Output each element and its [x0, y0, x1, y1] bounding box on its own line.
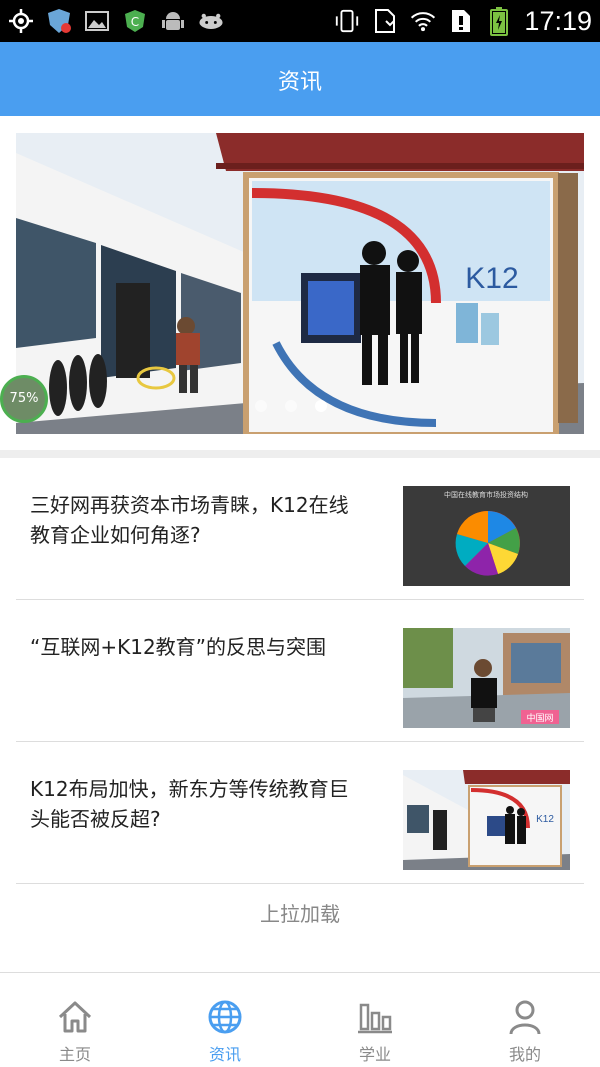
banner-sign-text: K12 — [465, 262, 518, 295]
nav-label: 主页 — [58, 1045, 91, 1064]
nav-item-study[interactable]: 学业 — [300, 973, 450, 1067]
android-icon — [160, 6, 186, 36]
banner-carousel[interactable]: K12 — [16, 133, 584, 434]
news-thumbnail: 中国在线教育市场投资结构 — [403, 486, 570, 586]
nav-label: 资讯 — [208, 1045, 241, 1064]
banner-dot-active[interactable] — [315, 400, 327, 412]
no-sim-icon — [448, 6, 474, 36]
section-divider — [0, 450, 600, 458]
app-header: 资讯 — [0, 42, 600, 116]
bottom-nav: 主页 资讯 学业 我的 — [0, 972, 600, 1067]
thumb-caption: 中国在线教育市场投资结构 — [444, 490, 528, 499]
shield-icon — [46, 6, 72, 36]
news-title: 三好网再获资本市场青睐，K12在线教育企业如何角逐? — [30, 493, 349, 547]
nav-item-news[interactable]: 资讯 — [150, 973, 300, 1067]
clock: 17:19 — [524, 6, 592, 36]
wifi-icon — [410, 6, 436, 36]
status-right-icons: 17:19 — [334, 4, 592, 38]
sim-icon — [372, 6, 398, 36]
person-icon — [509, 1000, 541, 1035]
vibrate-icon — [334, 6, 360, 36]
news-title: “互联网+K12教育”的反思与突围 — [30, 635, 327, 659]
banner-image: K12 — [16, 133, 584, 434]
battery-icon — [486, 6, 512, 36]
nav-item-home[interactable]: 主页 — [0, 973, 150, 1067]
home-icon — [58, 1001, 92, 1033]
nav-label: 我的 — [508, 1045, 541, 1064]
thumb-caption: K12 — [536, 814, 554, 825]
banner-dot[interactable] — [285, 400, 297, 412]
nav-item-mine[interactable]: 我的 — [450, 973, 600, 1067]
image-icon — [84, 6, 110, 36]
progress-badge[interactable]: 75% — [0, 375, 48, 423]
news-item[interactable]: 三好网再获资本市场青睐，K12在线教育企业如何角逐? 中国在线教育市场投资结构 — [16, 458, 584, 600]
banner-indicator — [255, 400, 327, 412]
globe-icon — [208, 1000, 242, 1034]
news-thumbnail: K12 — [403, 770, 570, 870]
page-title: 资讯 — [277, 70, 322, 95]
load-more-hint[interactable]: 上拉加载 — [0, 898, 600, 927]
status-bar: C 17:19 — [0, 0, 600, 42]
svg-text:C: C — [131, 15, 139, 29]
news-item[interactable]: K12布局加快，新东方等传统教育巨头能否被反超? K12 — [16, 742, 584, 884]
app-icon: C — [122, 6, 148, 36]
news-item[interactable]: “互联网+K12教育”的反思与突围 中国网 — [16, 600, 584, 742]
nav-label: 学业 — [358, 1045, 391, 1064]
status-left-icons: C — [8, 6, 224, 36]
thumb-caption: 中国网 — [526, 712, 553, 724]
gps-icon — [8, 6, 34, 36]
bar-chart-icon — [358, 1003, 392, 1034]
news-thumbnail: 中国网 — [403, 628, 570, 728]
news-title: K12布局加快，新东方等传统教育巨头能否被反超? — [30, 777, 349, 831]
game-controller-icon — [198, 6, 224, 36]
banner-dot[interactable] — [255, 400, 267, 412]
